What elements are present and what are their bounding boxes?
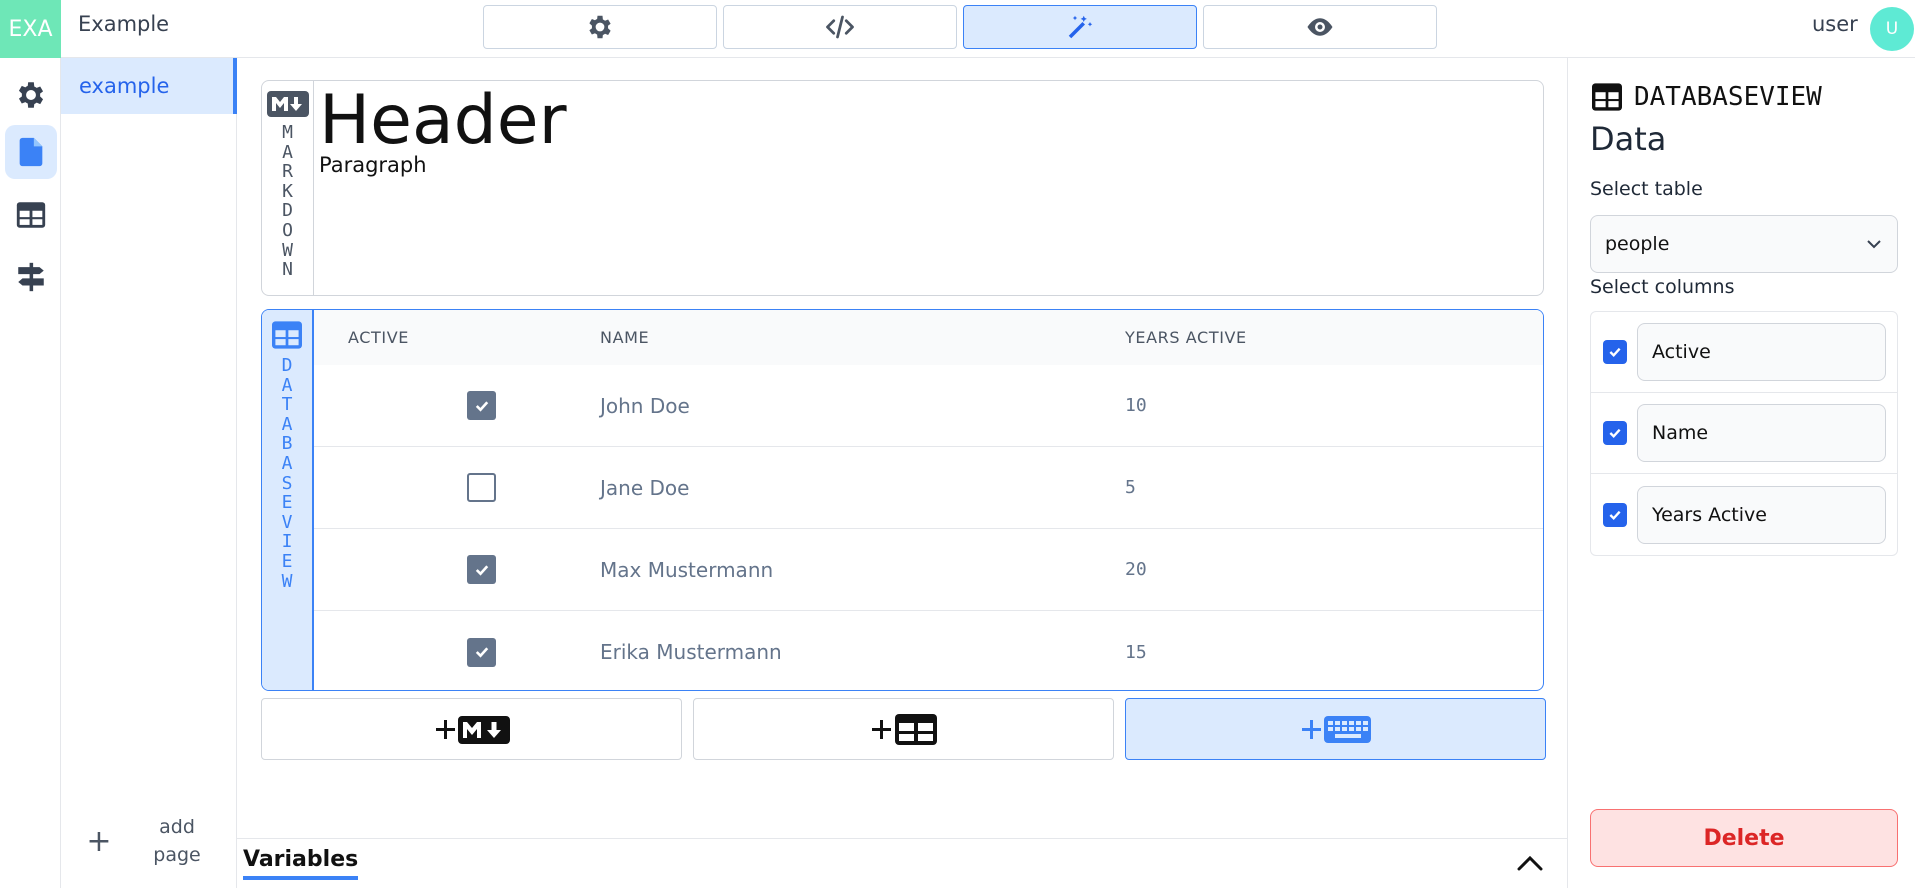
check-icon — [1609, 347, 1621, 358]
add-table-icon — [871, 714, 937, 745]
add-page-button[interactable]: + add page — [61, 811, 237, 871]
properties-panel: DATABASEVIEW Data Select table people Se… — [1567, 58, 1915, 888]
settings-icon — [18, 82, 44, 108]
name-cell: Erika Mustermann — [600, 640, 782, 664]
table-row: Erika Mustermann 15 — [314, 611, 1543, 690]
table-icon — [272, 321, 302, 349]
column-name-field[interactable]: Years Active — [1637, 485, 1886, 544]
selected-table: people — [1605, 233, 1670, 255]
pages-panel: example + add page — [61, 58, 237, 888]
years-cell: 15 — [1125, 641, 1147, 663]
table-select[interactable]: people — [1590, 215, 1898, 273]
database-block-handle[interactable]: DATABASEVIEW — [262, 310, 314, 690]
table-row: Jane Doe 5 — [314, 447, 1543, 529]
add-input-block-button[interactable] — [1125, 698, 1546, 760]
markdown-header: Header — [319, 81, 567, 160]
add-block-bar — [261, 698, 1546, 760]
mode-edit-button[interactable] — [963, 5, 1197, 49]
markdown-paragraph: Paragraph — [319, 153, 427, 177]
data-table: ACTIVE NAME YEARS ACTIVE John Doe 10 Jan… — [314, 310, 1543, 690]
editor-canvas: MARKDOWN Header Paragraph DATABASEVIEW A… — [237, 58, 1567, 888]
table-row: John Doe 10 — [314, 365, 1543, 447]
active-checkbox[interactable] — [467, 473, 496, 502]
check-icon — [475, 647, 488, 658]
eye-icon — [1307, 18, 1333, 36]
page-item-example[interactable]: example — [61, 58, 237, 114]
add-markdown-icon — [435, 716, 510, 744]
active-checkbox[interactable] — [467, 391, 496, 420]
name-cell: Max Mustermann — [600, 557, 774, 582]
markdown-block-handle[interactable]: MARKDOWN — [262, 81, 314, 295]
check-icon — [475, 400, 488, 412]
years-cell: 5 — [1125, 477, 1136, 498]
column-checkbox[interactable] — [1603, 340, 1627, 364]
column-checkbox[interactable] — [1603, 421, 1627, 445]
chevron-down-icon — [1867, 240, 1881, 249]
app-logo[interactable]: EXA — [0, 0, 61, 58]
name-cell: John Doe — [600, 393, 690, 418]
variables-tab[interactable]: Variables — [243, 847, 359, 880]
years-cell: 10 — [1125, 395, 1147, 416]
table-icon — [16, 202, 46, 228]
properties-title: DATABASEVIEW — [1590, 82, 1822, 112]
top-bar: EXA Example user U — [0, 0, 1915, 58]
signpost-icon — [18, 262, 44, 292]
mode-switcher — [483, 5, 1437, 49]
table-header: ACTIVE NAME YEARS ACTIVE — [314, 310, 1543, 365]
icon-rail — [0, 58, 61, 888]
mode-preview-button[interactable] — [1203, 5, 1437, 49]
check-icon — [1609, 428, 1621, 439]
block-type-label: DATABASEVIEW — [1634, 82, 1822, 112]
list-item: Active — [1591, 312, 1897, 393]
table-row: Max Mustermann 20 — [314, 529, 1543, 611]
add-table-block-button[interactable] — [693, 698, 1114, 760]
column-name-field[interactable]: Name — [1637, 404, 1886, 462]
column-list: Active Name Years Active — [1590, 311, 1898, 556]
app-title: Example — [78, 12, 170, 36]
mode-settings-button[interactable] — [483, 5, 717, 49]
variables-bar: Variables — [237, 838, 1567, 888]
table-icon — [1592, 83, 1622, 111]
rail-settings-button[interactable] — [5, 68, 57, 122]
check-icon — [475, 564, 488, 576]
markdown-icon — [266, 91, 309, 117]
add-markdown-block-button[interactable] — [261, 698, 682, 760]
delete-button[interactable]: Delete — [1590, 809, 1898, 867]
database-view-block[interactable]: DATABASEVIEW ACTIVE NAME YEARS ACTIVE Jo… — [261, 309, 1544, 691]
rail-pages-button[interactable] — [5, 125, 57, 179]
avatar[interactable]: U — [1870, 7, 1914, 51]
mode-code-button[interactable] — [723, 5, 957, 49]
select-columns-label: Select columns — [1590, 276, 1735, 298]
rail-routes-button[interactable] — [5, 250, 57, 304]
page-icon — [19, 137, 43, 167]
markdown-block-tab-label: MARKDOWN — [282, 122, 293, 281]
column-checkbox[interactable] — [1603, 502, 1627, 527]
database-block-tab-label: DATABASEVIEW — [281, 355, 293, 592]
user-name: user — [1812, 12, 1858, 36]
years-cell: 20 — [1125, 559, 1147, 580]
name-cell: Jane Doe — [600, 475, 690, 500]
properties-subtitle: Data — [1590, 120, 1667, 158]
list-item: Years Active — [1591, 474, 1897, 555]
add-page-label: add page — [153, 816, 201, 866]
column-header-years-active[interactable]: YEARS ACTIVE — [1125, 328, 1543, 347]
code-icon — [826, 15, 854, 39]
rail-tables-button[interactable] — [5, 188, 57, 242]
column-name-field[interactable]: Active — [1637, 323, 1886, 381]
select-table-label: Select table — [1590, 178, 1703, 200]
plus-icon: + — [86, 823, 112, 859]
app-root: EXA Example user U example + add page MA… — [0, 0, 1915, 888]
add-input-icon — [1301, 716, 1371, 743]
column-header-active[interactable]: ACTIVE — [314, 328, 600, 347]
gear-icon — [589, 15, 611, 39]
list-item: Name — [1591, 393, 1897, 474]
active-checkbox[interactable] — [467, 637, 496, 667]
active-checkbox[interactable] — [467, 555, 496, 584]
check-icon — [1609, 510, 1621, 520]
chevron-up-icon[interactable] — [1515, 851, 1545, 875]
markdown-block[interactable]: MARKDOWN Header Paragraph — [261, 80, 1544, 296]
magic-wand-icon — [1068, 15, 1093, 39]
column-header-name[interactable]: NAME — [600, 328, 1125, 347]
